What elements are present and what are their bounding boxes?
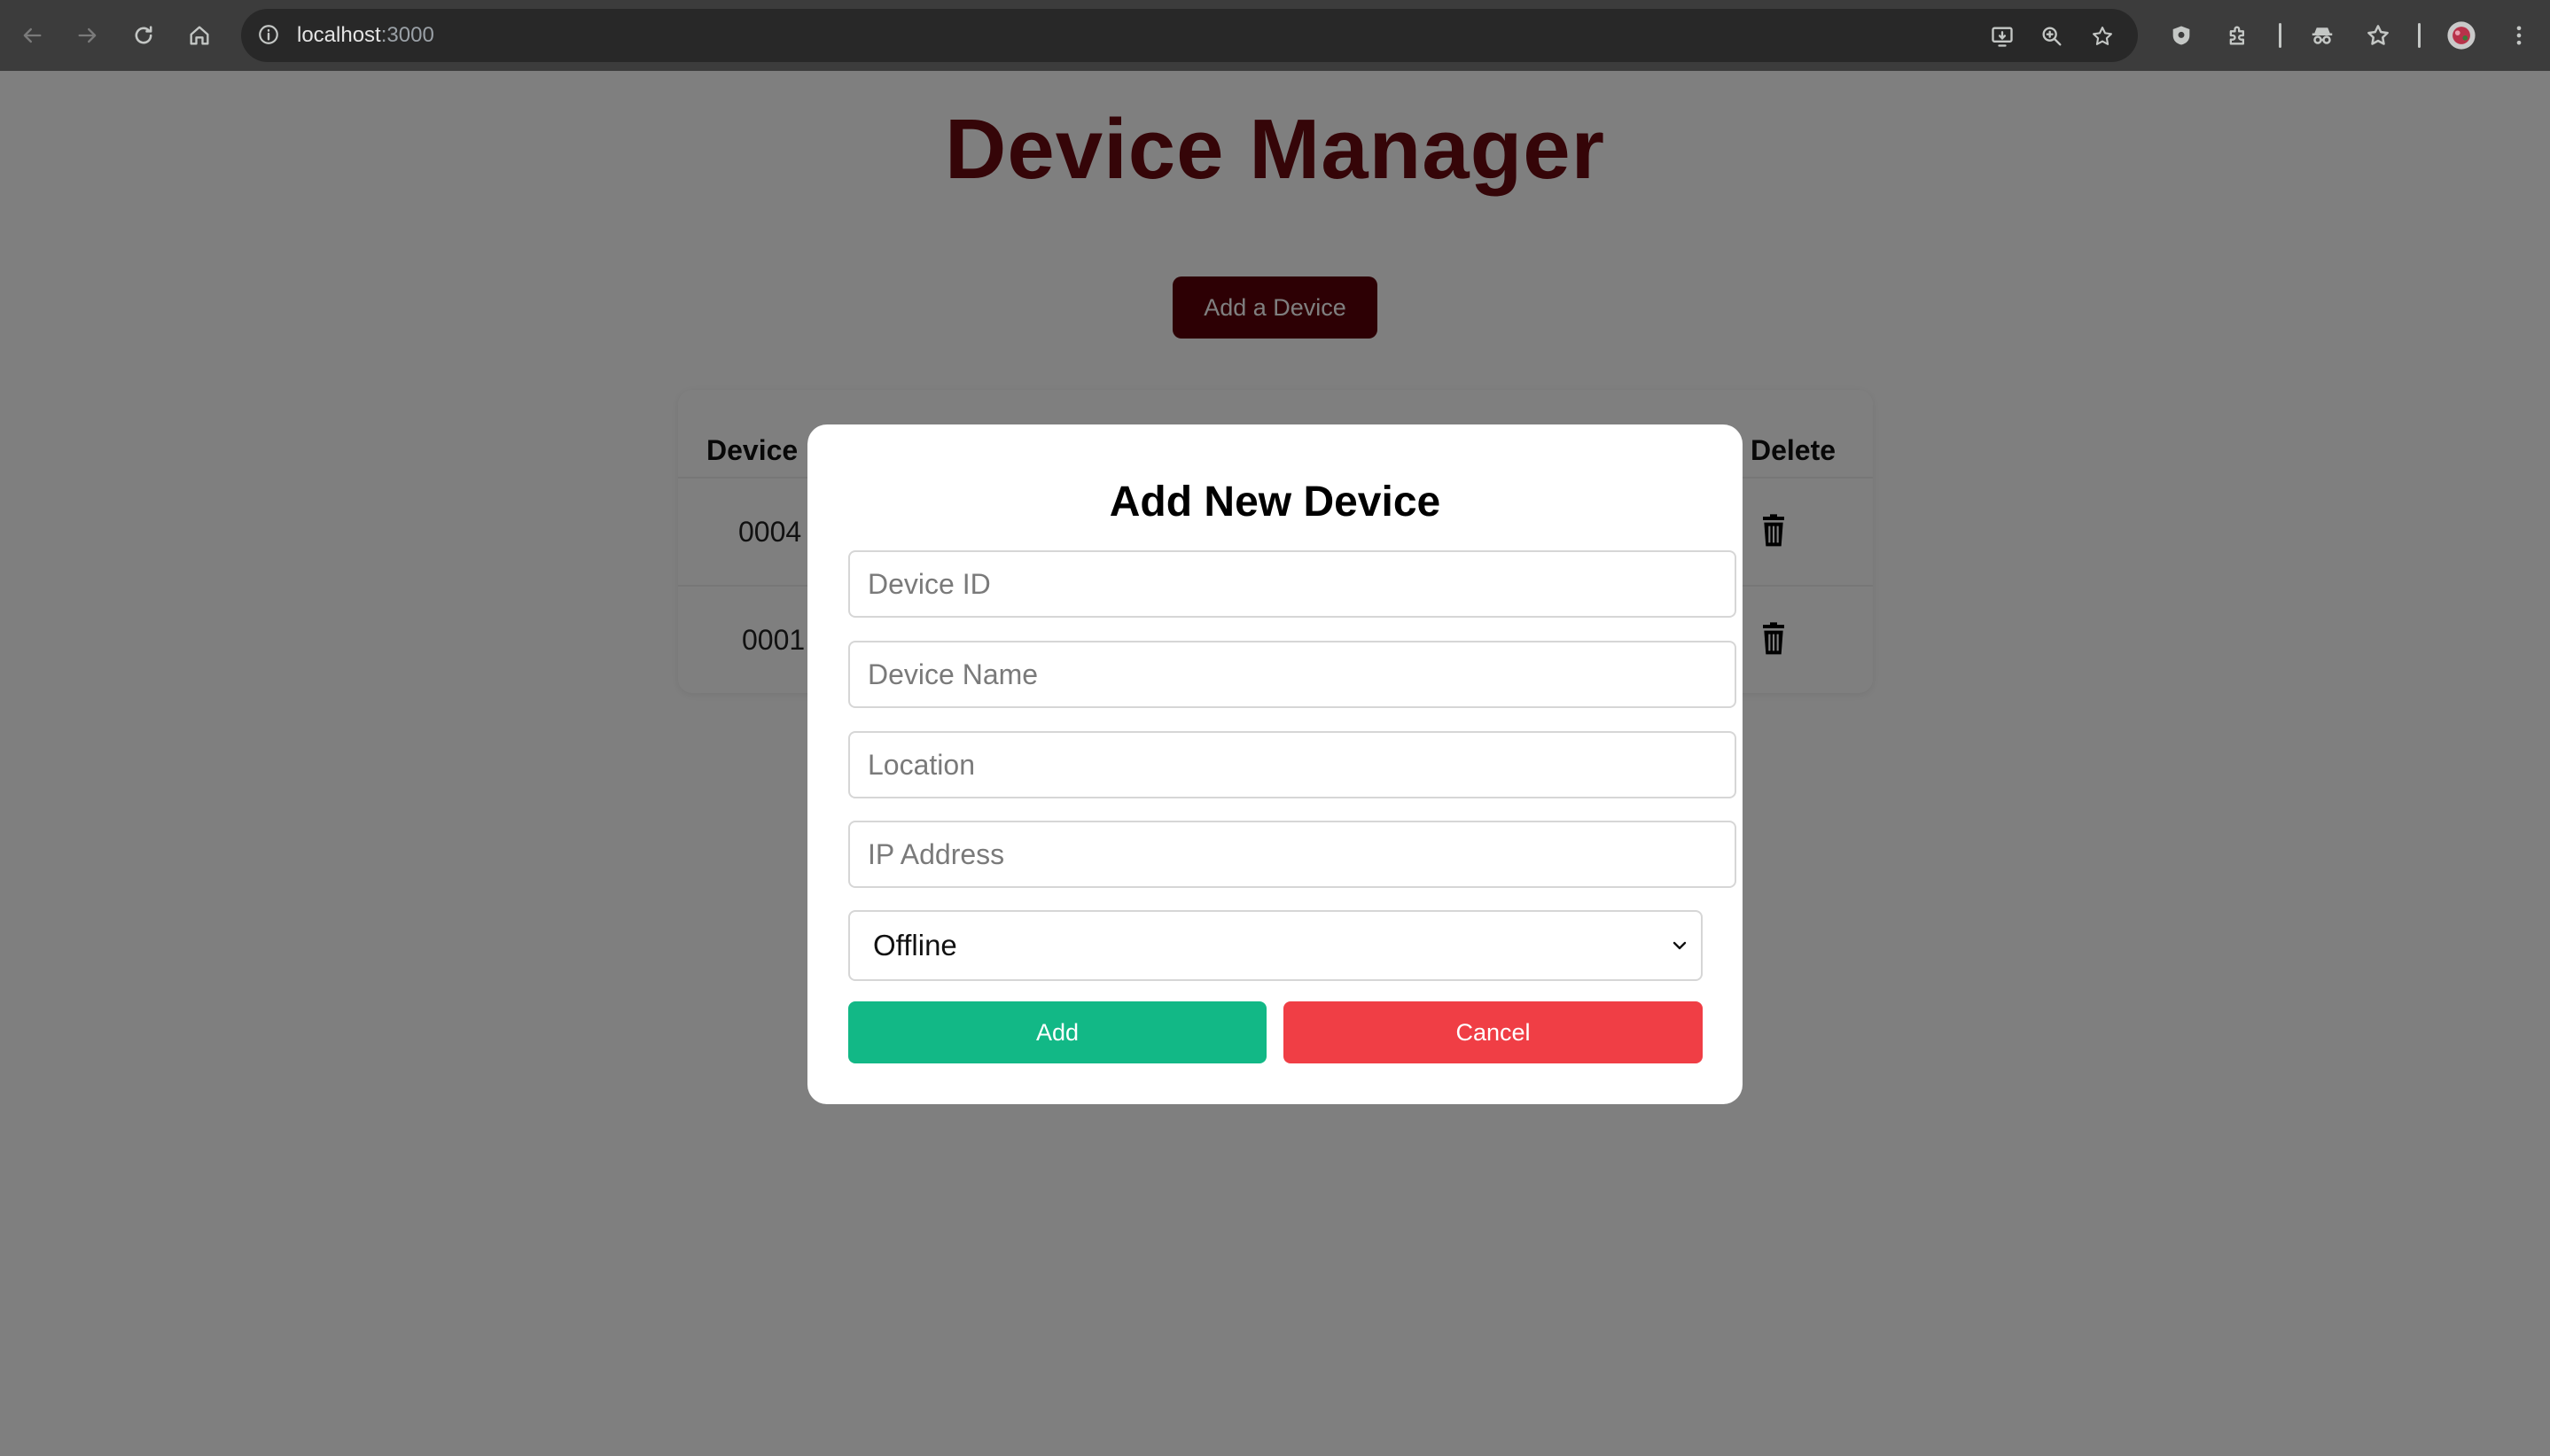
add-device-modal: Add New Device Offline Add Cancel bbox=[807, 424, 1743, 1104]
browser-menu-button[interactable] bbox=[2501, 18, 2537, 53]
shield-icon bbox=[2172, 26, 2190, 45]
modal-title: Add New Device bbox=[1109, 479, 1441, 526]
profile-avatar[interactable] bbox=[2444, 18, 2479, 53]
toolbar-divider bbox=[2418, 23, 2421, 48]
incognito-button[interactable] bbox=[2304, 18, 2340, 53]
toolbar-divider bbox=[2279, 23, 2281, 48]
device-id-input[interactable] bbox=[848, 550, 1736, 618]
back-button[interactable] bbox=[14, 18, 50, 53]
add-button[interactable]: Add bbox=[848, 1001, 1267, 1063]
arrow-right-icon bbox=[78, 27, 97, 43]
star-list-icon bbox=[2367, 25, 2389, 45]
cast-button[interactable] bbox=[1987, 21, 2017, 51]
avatar-icon bbox=[2447, 21, 2476, 50]
cast-icon bbox=[1992, 27, 2013, 47]
zoom-button[interactable] bbox=[2037, 21, 2067, 51]
address-bar[interactable]: localhost:3000 bbox=[241, 9, 2138, 62]
home-icon bbox=[190, 26, 209, 45]
more-vertical-icon bbox=[2516, 26, 2522, 45]
puzzle-icon bbox=[2229, 26, 2244, 45]
reload-icon bbox=[135, 26, 152, 44]
reload-button[interactable] bbox=[126, 18, 161, 53]
url-host: localhost bbox=[297, 23, 381, 47]
browser-toolbar: localhost:3000 bbox=[0, 0, 2550, 71]
home-button[interactable] bbox=[182, 18, 217, 53]
zoom-icon bbox=[2042, 27, 2062, 46]
extension-shield-button[interactable] bbox=[2164, 18, 2199, 53]
chevron-down-icon bbox=[1673, 941, 1687, 950]
url-text[interactable]: localhost:3000 bbox=[297, 9, 434, 62]
bookmark-button[interactable] bbox=[2087, 21, 2117, 51]
star-icon bbox=[2093, 27, 2112, 45]
location-input[interactable] bbox=[848, 731, 1736, 798]
cancel-button[interactable]: Cancel bbox=[1283, 1001, 1703, 1063]
status-select[interactable]: Offline bbox=[848, 910, 1703, 981]
favorites-button[interactable] bbox=[2360, 18, 2396, 53]
url-port: :3000 bbox=[380, 23, 434, 47]
incognito-icon bbox=[2312, 27, 2333, 44]
status-select-value: Offline bbox=[873, 929, 957, 962]
ip-address-input[interactable] bbox=[848, 821, 1736, 888]
arrow-left-icon bbox=[23, 27, 42, 43]
forward-button[interactable] bbox=[70, 18, 105, 53]
info-icon bbox=[259, 25, 278, 44]
site-info-button[interactable] bbox=[253, 19, 284, 50]
extensions-button[interactable] bbox=[2220, 18, 2256, 53]
device-name-input[interactable] bbox=[848, 641, 1736, 708]
